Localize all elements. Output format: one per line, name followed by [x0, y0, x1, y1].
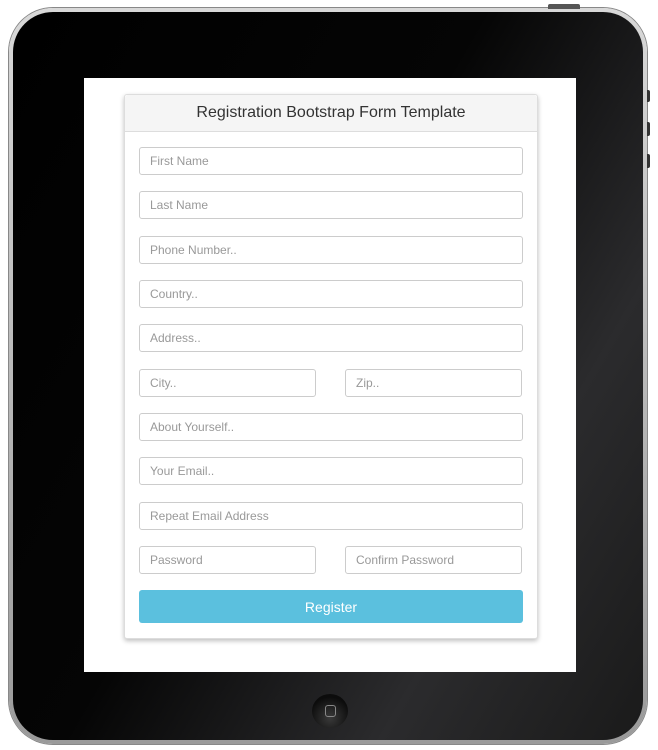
registration-panel: Registration Bootstrap Form Template Reg… [124, 94, 538, 639]
about-input[interactable] [139, 413, 523, 441]
panel-title: Registration Bootstrap Form Template [125, 95, 537, 132]
address-input[interactable] [139, 324, 523, 352]
side-switch [647, 90, 650, 102]
repeat-email-input[interactable] [139, 502, 523, 530]
home-button-icon [325, 705, 336, 717]
email-input[interactable] [139, 457, 523, 485]
power-button [548, 4, 580, 9]
zip-input[interactable] [345, 369, 522, 397]
register-button[interactable]: Register [139, 590, 523, 623]
last-name-input[interactable] [139, 191, 523, 219]
country-input[interactable] [139, 280, 523, 308]
password-input[interactable] [139, 546, 316, 574]
volume-up-button [647, 122, 650, 136]
tablet-screen: Registration Bootstrap Form Template Reg… [84, 78, 576, 672]
home-button[interactable] [312, 694, 348, 728]
city-input[interactable] [139, 369, 316, 397]
volume-down-button [647, 154, 650, 168]
confirm-password-input[interactable] [345, 546, 522, 574]
phone-input[interactable] [139, 236, 523, 264]
first-name-input[interactable] [139, 147, 523, 175]
